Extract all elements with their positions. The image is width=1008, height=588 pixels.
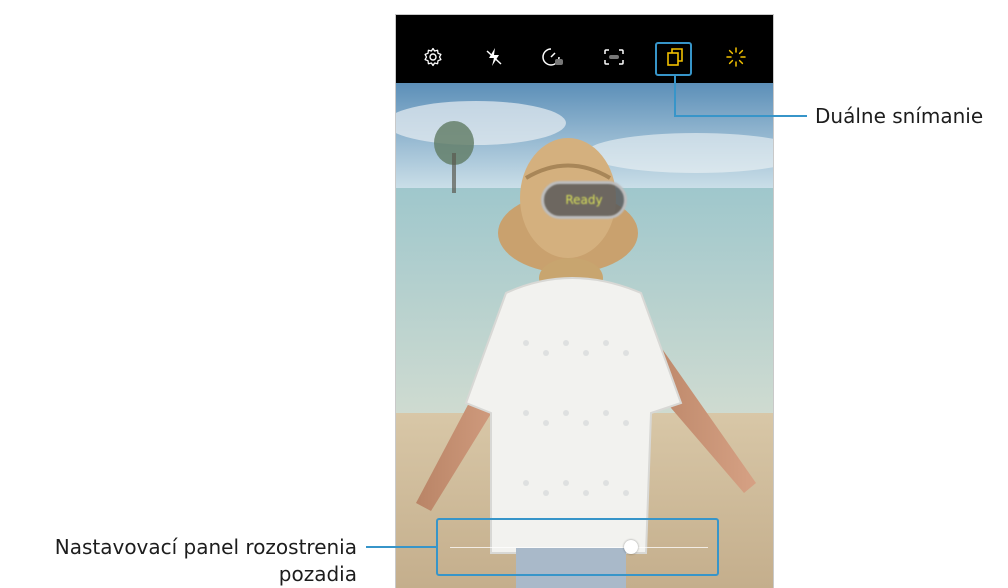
preview-photo [396, 83, 773, 588]
blur-slider-thumb[interactable] [623, 540, 638, 554]
timer-icon[interactable] [540, 46, 566, 68]
flash-off-icon[interactable] [481, 46, 507, 68]
dual-capture-callout-line-vertical [674, 76, 676, 116]
background-blur-panel[interactable] [436, 518, 719, 576]
camera-toolbar [396, 15, 773, 83]
blur-panel-callout-line [366, 546, 436, 548]
blur-panel-label-line1: Nastavovací panel rozostrenia [54, 535, 357, 559]
ready-status-pill: Ready [541, 181, 627, 219]
dual-capture-callout-line-horizontal [674, 115, 807, 117]
aspect-ratio-icon[interactable] [601, 46, 627, 68]
camera-screen: Ready [395, 14, 774, 588]
viewfinder-preview[interactable]: Ready [396, 83, 773, 588]
filters-icon[interactable] [723, 46, 749, 68]
blur-panel-label-line2: pozadia [278, 562, 357, 586]
dual-capture-highlight [655, 42, 692, 76]
dual-capture-label: Duálne snímanie [815, 104, 984, 128]
blur-slider-track[interactable] [450, 547, 708, 548]
settings-icon[interactable] [420, 46, 446, 68]
